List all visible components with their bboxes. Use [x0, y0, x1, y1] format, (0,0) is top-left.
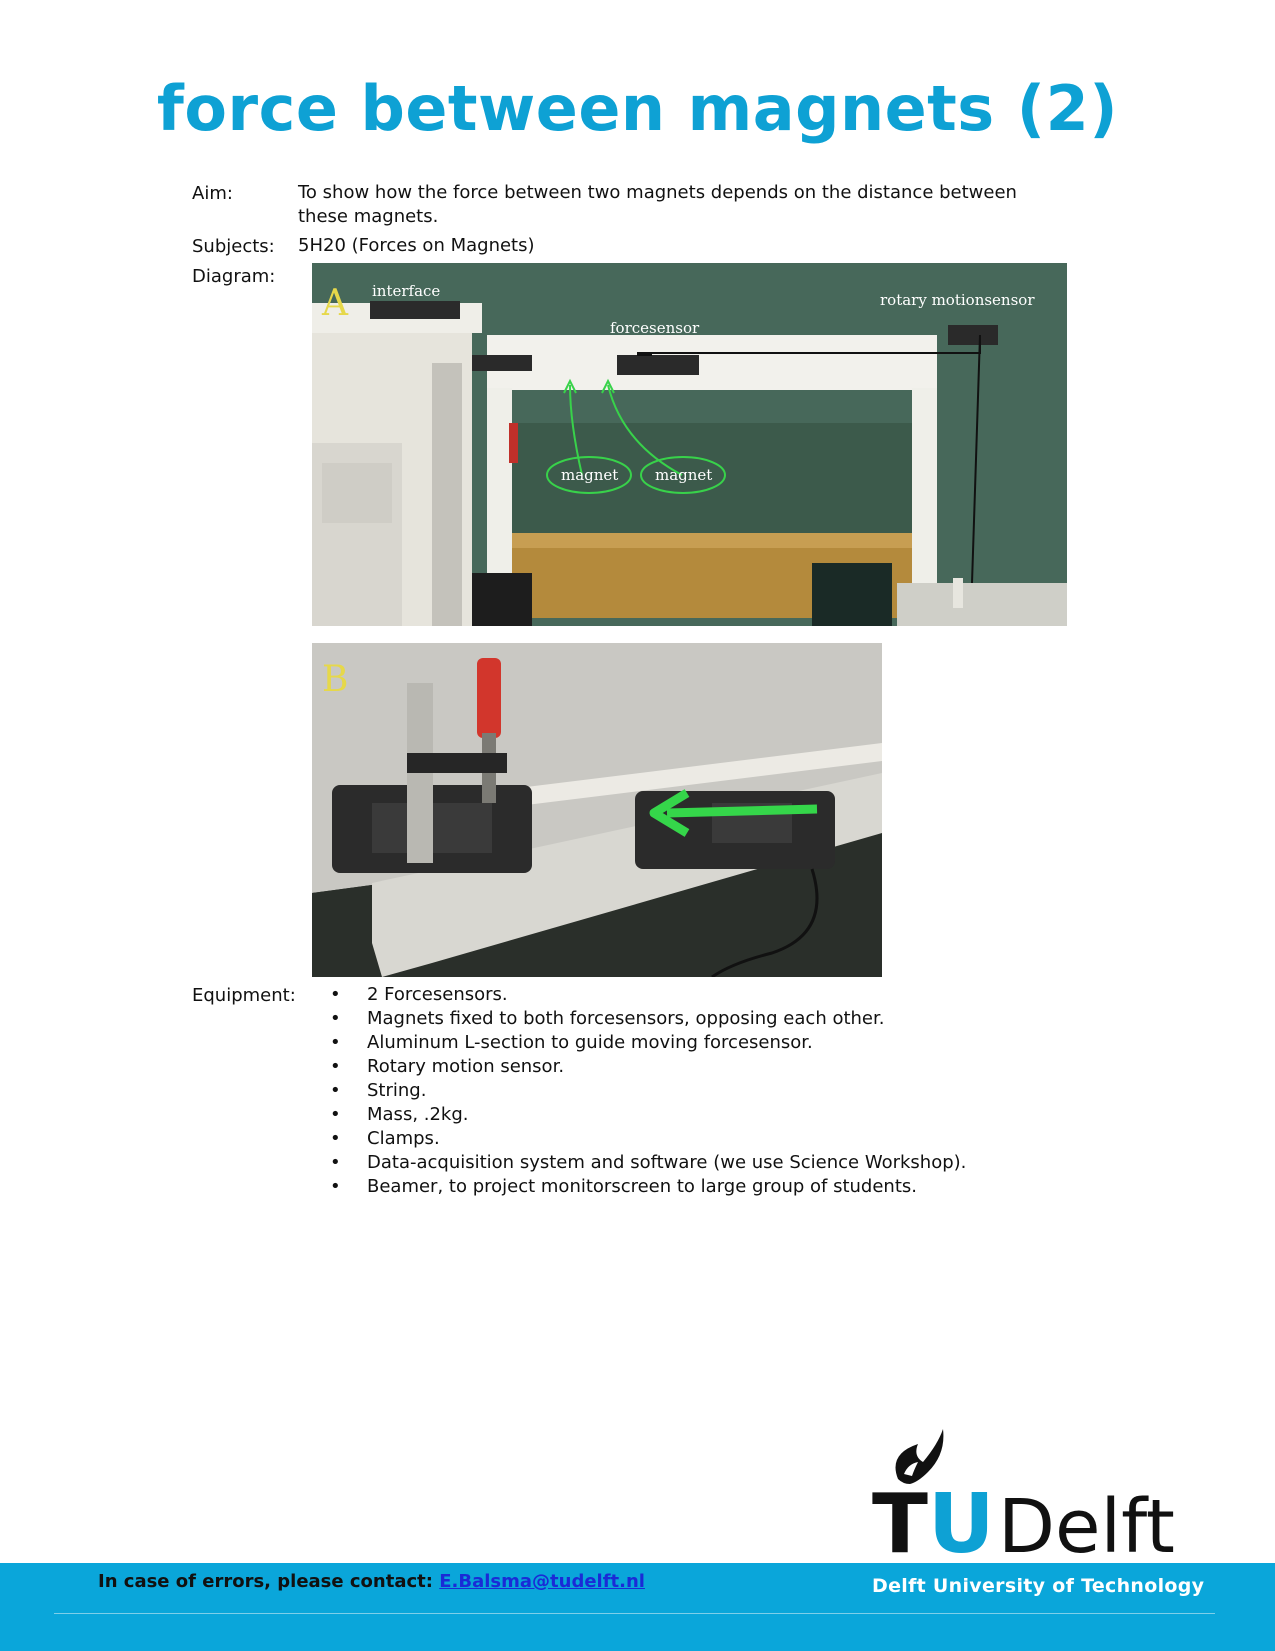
- subjects-text: 5H20 (Forces on Magnets): [298, 235, 535, 256]
- equipment-item: • Beamer, to project monitorscreen to lar…: [330, 1176, 917, 1197]
- equipment-item: • String.: [330, 1080, 427, 1101]
- equipment-list: • 2 Forcesensors. • Magnets fixed to both …: [330, 983, 966, 1199]
- contact-email-link[interactable]: E.Balsma@tudelft.nl: [439, 1571, 645, 1592]
- label-forcesensor: forcesensor: [610, 319, 700, 337]
- university-name: Delft University of Technology: [872, 1575, 1205, 1597]
- equipment-label: Equipment:: [192, 985, 296, 1006]
- logo-tu: TU: [872, 1477, 995, 1554]
- logo-delft: Delft: [998, 1484, 1175, 1554]
- photo-a-letter: A: [321, 283, 349, 324]
- equipment-item: • Magnets fixed to both forcesensors, opp…: [330, 1008, 885, 1029]
- footer-divider: [54, 1613, 1215, 1614]
- equipment-item: • 2 Forcesensors.: [330, 984, 508, 1005]
- contact-text: In case of errors, please contact:: [98, 1571, 433, 1592]
- aim-label: Aim:: [192, 183, 233, 204]
- flame-icon: [895, 1429, 944, 1484]
- equipment-item: • Mass, .2kg.: [330, 1104, 469, 1125]
- subjects-label: Subjects:: [192, 236, 275, 257]
- equipment-item: • Data-acquisition system and software (w…: [330, 1152, 967, 1173]
- photo-b: B: [312, 643, 882, 977]
- label-rotary-motionsensor: rotary motionsensor: [880, 291, 1035, 309]
- footer-contact: In case of errors, please contact: E.Bal…: [98, 1571, 645, 1592]
- tu-delft-logo: TU Delft: [868, 1424, 1188, 1572]
- equipment-item: • Rotary motion sensor.: [330, 1056, 565, 1077]
- label-interface: interface: [372, 282, 440, 300]
- label-magnet-left: magnet: [561, 466, 618, 484]
- equipment-item: • Aluminum L-section to guide moving forc…: [330, 1032, 813, 1053]
- photo-a: A interface forcesensor rotary motionsen…: [312, 263, 1067, 626]
- aim-text: To show how the force between two magnet…: [298, 182, 1017, 227]
- page-title: force between magnets (2): [156, 72, 1119, 145]
- diagram-label: Diagram:: [192, 266, 276, 287]
- label-magnet-right: magnet: [655, 466, 712, 484]
- equipment-item: • Clamps.: [330, 1128, 440, 1149]
- photo-b-letter: B: [322, 659, 348, 700]
